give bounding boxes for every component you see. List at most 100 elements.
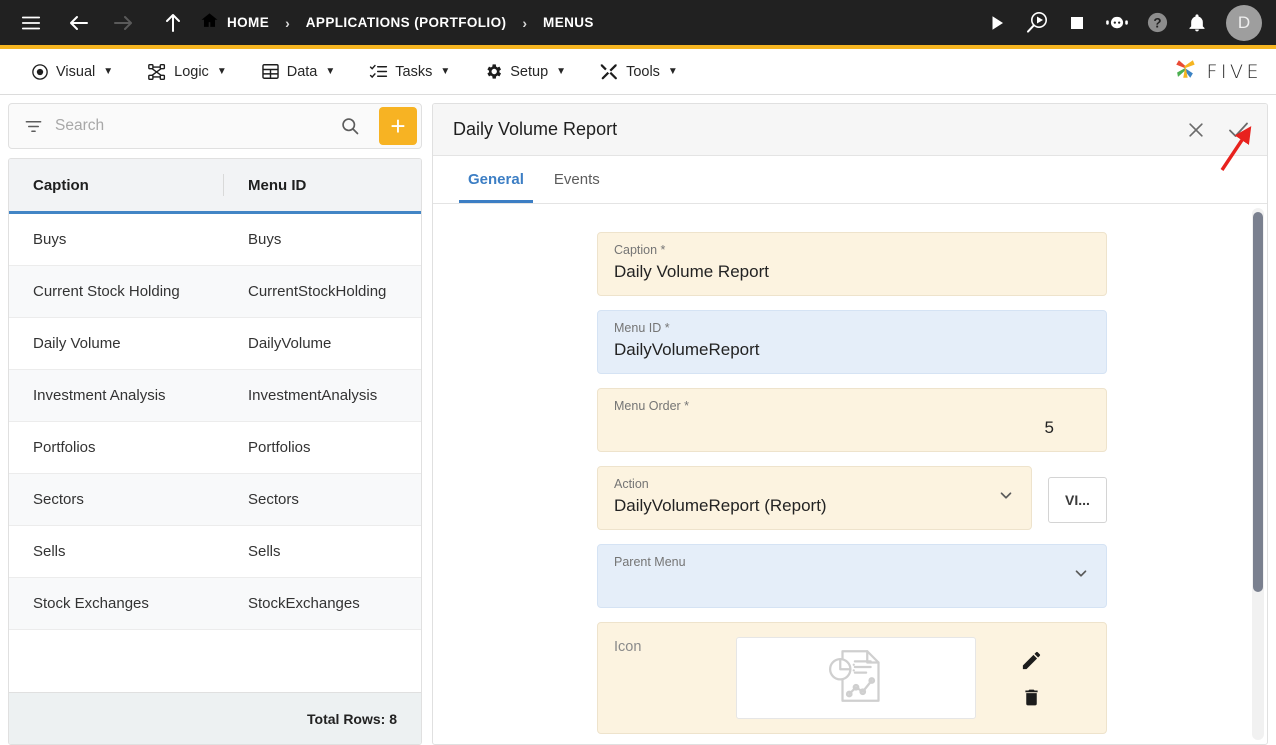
form-scrollbar[interactable]	[1252, 208, 1264, 740]
cell-menu-id: Sectors	[248, 491, 299, 508]
table-row[interactable]: Sectors Sectors	[9, 474, 421, 526]
menu-tasks[interactable]: Tasks ▼	[352, 49, 467, 94]
cell-caption: Current Stock Holding	[33, 283, 180, 300]
cell-menu-id: Portfolios	[248, 439, 311, 456]
five-brand-label: FIVE	[1206, 60, 1262, 83]
field-menu-order[interactable]: Menu Order * 5	[597, 388, 1107, 452]
field-action-value: DailyVolumeReport (Report)	[614, 496, 827, 515]
back-arrow-icon[interactable]	[62, 6, 96, 40]
hamburger-menu-icon[interactable]	[14, 6, 48, 40]
view-action-button[interactable]: VI...	[1048, 477, 1107, 523]
field-parent-menu-label: Parent Menu	[614, 555, 686, 569]
chevron-down-icon: ▼	[103, 66, 114, 77]
form-scrollbar-thumb[interactable]	[1253, 212, 1263, 592]
field-icon-label: Icon	[614, 639, 642, 655]
search-input[interactable]	[55, 117, 323, 135]
menu-logic-label: Logic	[174, 63, 209, 80]
icon-preview[interactable]	[736, 637, 976, 719]
add-menu-button[interactable]: +	[379, 107, 417, 145]
menu-setup-label: Setup	[510, 63, 549, 80]
nodes-icon	[147, 63, 167, 81]
breadcrumb-separator: ›	[285, 14, 290, 31]
menu-tasks-label: Tasks	[395, 63, 433, 80]
field-caption[interactable]: Caption * Daily Volume Report	[597, 232, 1107, 296]
menus-grid: Caption Menu ID Buys Buys Current Stock …	[8, 158, 422, 745]
table-row[interactable]: Portfolios Portfolios	[9, 422, 421, 474]
filter-icon[interactable]	[21, 109, 45, 143]
menu-data-label: Data	[286, 63, 318, 80]
breadcrumb-home-label: HOME	[227, 15, 270, 30]
play-icon[interactable]	[980, 6, 1014, 40]
stop-icon[interactable]	[1060, 6, 1094, 40]
field-parent-menu[interactable]: Parent Menu	[597, 544, 1107, 608]
chevron-down-icon: ▼	[440, 66, 451, 77]
field-caption-label: Caption *	[614, 243, 666, 257]
cell-caption: Sectors	[33, 491, 84, 508]
table-row[interactable]: Investment Analysis InvestmentAnalysis	[9, 370, 421, 422]
cell-menu-id: StockExchanges	[248, 595, 360, 612]
table-row[interactable]: Daily Volume DailyVolume	[9, 318, 421, 370]
svg-text:?: ?	[1153, 15, 1161, 30]
field-action[interactable]: Action DailyVolumeReport (Report)	[597, 466, 1032, 530]
column-header-caption[interactable]: Caption	[9, 174, 224, 196]
trash-icon[interactable]	[1021, 687, 1042, 708]
menu-visual[interactable]: Visual ▼	[14, 49, 130, 94]
tab-events[interactable]: Events	[539, 156, 615, 203]
table-row[interactable]: Stock Exchanges StockExchanges	[9, 578, 421, 630]
search-bar: +	[8, 103, 422, 149]
breadcrumb-menus[interactable]: MENUS	[543, 15, 594, 30]
breadcrumb-home[interactable]: HOME	[200, 11, 269, 35]
breadcrumb-separator: ›	[522, 14, 528, 31]
home-icon	[200, 11, 219, 35]
top-navigation-bar: HOME › APPLICATIONS (PORTFOLIO) › MENUS	[0, 0, 1276, 49]
debug-run-icon[interactable]	[1020, 6, 1054, 40]
table-row[interactable]: Current Stock Holding CurrentStockHoldin…	[9, 266, 421, 318]
bell-icon[interactable]	[1180, 6, 1214, 40]
breadcrumb-applications[interactable]: APPLICATIONS (PORTFOLIO)	[306, 15, 507, 30]
cell-caption: Investment Analysis	[33, 387, 166, 404]
cell-caption: Sells	[33, 543, 66, 560]
table-row[interactable]: Buys Buys	[9, 214, 421, 266]
menu-tools[interactable]: Tools ▼	[583, 49, 695, 94]
eye-icon	[31, 63, 49, 81]
forward-arrow-icon[interactable]	[106, 6, 140, 40]
checklist-icon	[369, 62, 388, 81]
cell-caption: Daily Volume	[33, 335, 121, 352]
wrench-screwdriver-icon	[600, 62, 619, 81]
icon-tools	[976, 637, 1086, 719]
grid-body: Buys Buys Current Stock Holding CurrentS…	[9, 214, 421, 692]
column-header-menu-id[interactable]: Menu ID	[224, 177, 421, 194]
field-action-label: Action	[614, 477, 649, 491]
pencil-icon[interactable]	[1020, 649, 1043, 672]
chevron-down-icon: ▼	[216, 66, 227, 77]
field-menu-id[interactable]: Menu ID * DailyVolumeReport	[597, 310, 1107, 374]
close-icon[interactable]	[1181, 115, 1211, 145]
help-icon[interactable]: ?	[1140, 6, 1174, 40]
topbar-actions: ? D	[980, 4, 1262, 41]
workspace: + Caption Menu ID Buys Buys Current Stoc…	[0, 95, 1276, 745]
chatbot-icon[interactable]	[1100, 6, 1134, 40]
table-grid-icon	[261, 62, 280, 81]
menus-list-pane: + Caption Menu ID Buys Buys Current Stoc…	[0, 95, 430, 745]
chevron-down-icon[interactable]	[1072, 565, 1090, 588]
field-menu-id-value: DailyVolumeReport	[614, 340, 760, 359]
menu-data[interactable]: Data ▼	[244, 49, 353, 94]
grid-footer-total-rows: Total Rows: 8	[9, 692, 421, 744]
search-icon[interactable]	[333, 109, 367, 143]
tab-general[interactable]: General	[453, 156, 539, 203]
cell-caption: Portfolios	[33, 439, 96, 456]
save-checkmark-button[interactable]	[1223, 115, 1253, 145]
detail-tabs: General Events	[433, 156, 1267, 204]
five-pinwheel-icon	[1171, 55, 1199, 88]
five-brand-logo: FIVE	[1171, 55, 1262, 88]
menu-detail-pane: Daily Volume Report General Events Capti…	[430, 95, 1276, 745]
table-row[interactable]: Sells Sells	[9, 526, 421, 578]
field-menu-order-value: 5	[1044, 418, 1054, 437]
user-avatar[interactable]: D	[1226, 4, 1262, 41]
cell-menu-id: Sells	[248, 543, 281, 560]
menu-setup[interactable]: Setup ▼	[467, 49, 583, 94]
chevron-down-icon: ▼	[667, 66, 678, 77]
chevron-down-icon[interactable]	[997, 487, 1015, 510]
up-arrow-icon[interactable]	[156, 6, 190, 40]
menu-logic[interactable]: Logic ▼	[130, 49, 244, 94]
